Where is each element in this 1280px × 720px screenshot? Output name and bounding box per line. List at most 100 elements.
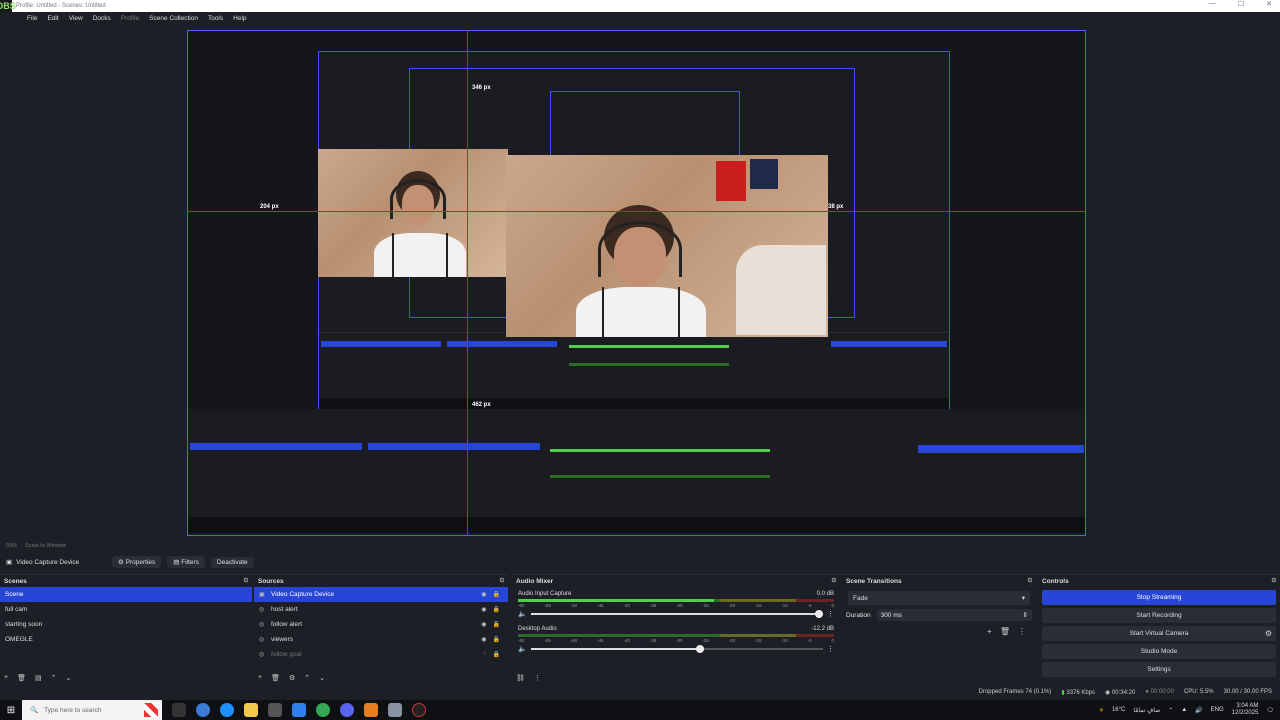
volume-slider[interactable] — [530, 610, 823, 618]
zoom-mode[interactable]: Scale to Window — [25, 543, 66, 549]
taskbar-search[interactable]: 🔍 Type here to search — [22, 700, 162, 720]
window-title: Profile: Untitled - Scenes: Untitled — [16, 3, 106, 9]
menu-scene-collection[interactable]: Scene Collection — [144, 15, 203, 22]
eye-icon[interactable]: ◉ — [481, 606, 486, 613]
kebab-menu-icon[interactable]: ⋮ — [534, 674, 541, 682]
undock-icon[interactable]: ⧉ — [832, 578, 836, 585]
properties-button[interactable]: ⚙ Properties — [112, 556, 162, 568]
preview-canvas[interactable]: 346 px 204 px 38 px 462 px — [0, 24, 1280, 538]
arrow-up-icon[interactable]: ⌃ — [51, 674, 57, 682]
windows-start-icon[interactable]: ⊞ — [0, 705, 22, 716]
obs-taskbar-icon[interactable] — [412, 703, 426, 717]
source-item[interactable]: ◎ follow goal ◌ 🔒 — [254, 647, 508, 662]
studio-mode-button[interactable]: Studio Mode — [1042, 644, 1276, 659]
file-explorer-icon[interactable] — [244, 703, 258, 717]
stop-streaming-button[interactable]: Stop Streaming — [1042, 590, 1276, 605]
lock-icon[interactable]: 🔒 — [493, 621, 500, 628]
eye-icon[interactable]: ◉ — [481, 636, 486, 643]
chevron-up-icon[interactable]: ⌃ — [1168, 707, 1173, 714]
spinner-icon[interactable]: ⇕ — [1023, 611, 1028, 619]
channel-db: 0.0 dB — [816, 591, 834, 597]
undock-icon[interactable]: ⧉ — [500, 578, 504, 585]
notification-icon[interactable]: 🗨 — [1266, 707, 1274, 714]
lock-icon[interactable]: 🔒 — [493, 606, 500, 613]
source-item[interactable]: ◎ viewers ◉ 🔒 — [254, 632, 508, 647]
menu-docks[interactable]: Docks — [88, 15, 116, 22]
source-item[interactable]: ◎ follow alert ◉ 🔒 — [254, 617, 508, 632]
channel-name: Desktop Audio — [518, 626, 557, 632]
start-virtual-camera-button[interactable]: Start Virtual Camera ⚙ — [1042, 626, 1276, 641]
undock-icon[interactable]: ⧉ — [1272, 578, 1276, 585]
speaker-icon[interactable]: 🔈 — [518, 610, 527, 618]
arrow-down-icon[interactable]: ⌄ — [319, 674, 325, 682]
settings-button[interactable]: Settings — [1042, 662, 1276, 677]
lock-icon[interactable]: 🔒 — [493, 651, 500, 658]
chrome-icon-2[interactable] — [316, 703, 330, 717]
start-recording-button[interactable]: Start Recording — [1042, 608, 1276, 623]
link-icon[interactable]: ⛓ — [516, 674, 525, 682]
menu-edit[interactable]: Edit — [42, 15, 63, 22]
scene-item[interactable]: starting soon — [0, 617, 252, 632]
eye-icon[interactable]: ◉ — [481, 591, 486, 598]
eye-off-icon[interactable]: ◌ — [483, 651, 487, 658]
volume-icon[interactable]: 🔊 — [1195, 707, 1202, 714]
audio-mixer-header: Audio Mixer ⧉ — [512, 575, 840, 587]
maximize-button[interactable]: ☐ — [1238, 0, 1244, 8]
scene-item[interactable]: full cam — [0, 602, 252, 617]
menu-file[interactable]: File — [22, 15, 42, 22]
scene-item[interactable]: OMEGLE — [0, 632, 252, 647]
kebab-menu-icon[interactable]: ⋮ — [827, 645, 834, 653]
mail-icon[interactable] — [292, 703, 306, 717]
duration-input[interactable]: 300 ms ⇕ — [876, 609, 1032, 621]
menu-view[interactable]: View — [64, 15, 88, 22]
gear-icon[interactable]: ⚙ — [1265, 629, 1272, 638]
source-item[interactable]: ▣ Video Capture Device ◉ 🔒 — [254, 587, 508, 602]
deactivate-button[interactable]: Deactivate — [210, 556, 254, 568]
edge-icon[interactable] — [220, 703, 234, 717]
transition-select[interactable]: Fade ▾ — [848, 591, 1030, 605]
scene-item[interactable]: Scene — [0, 587, 252, 602]
network-icon[interactable]: ▲ — [1181, 707, 1187, 713]
channel-db: -12.2 dB — [811, 626, 834, 632]
gear-icon[interactable]: ⚙ — [289, 674, 295, 682]
filters-button[interactable]: ▤ Filters — [167, 556, 205, 568]
menu-profile[interactable]: Profile — [116, 15, 144, 22]
menu-tools[interactable]: Tools — [203, 15, 228, 22]
add-icon[interactable]: + — [987, 627, 992, 636]
meter-tick-label: -55 — [544, 603, 551, 608]
selected-source-name: Video Capture Device — [16, 558, 80, 566]
arrow-up-icon[interactable]: ⌃ — [304, 674, 310, 682]
close-button[interactable]: ✕ — [1266, 0, 1272, 8]
undock-icon[interactable]: ⧉ — [244, 578, 248, 585]
trash-icon[interactable]: 🗑 — [271, 674, 280, 682]
add-icon[interactable]: + — [4, 674, 8, 682]
kebab-menu-icon[interactable]: ⋮ — [827, 610, 834, 618]
lock-icon[interactable]: 🔒 — [493, 591, 500, 598]
chrome-icon[interactable] — [196, 703, 210, 717]
trash-icon[interactable]: 🗑 — [17, 674, 26, 682]
volume-meter — [518, 599, 834, 602]
language-indicator[interactable]: ENG — [1211, 707, 1224, 713]
speaker-icon[interactable]: 🔈 — [518, 645, 527, 653]
app-icon[interactable] — [388, 703, 402, 717]
zoom-value[interactable]: 93% — [6, 543, 17, 549]
filter-icon[interactable]: ▤ — [35, 674, 42, 682]
task-view-icon[interactable] — [172, 703, 186, 717]
lock-icon[interactable]: 🔒 — [493, 636, 500, 643]
clock[interactable]: 3:04 AM 12/2/2025 — [1232, 703, 1259, 717]
volume-slider[interactable] — [530, 645, 823, 653]
guide-label-bottom: 462 px — [472, 402, 491, 408]
store-icon[interactable] — [268, 703, 282, 717]
add-icon[interactable]: + — [258, 674, 262, 682]
source-item[interactable]: ◎ host alert ◉ 🔒 — [254, 602, 508, 617]
minimize-button[interactable]: — — [1209, 0, 1216, 8]
mic-icon[interactable] — [364, 703, 378, 717]
menu-help[interactable]: Help — [228, 15, 251, 22]
discord-icon[interactable] — [340, 703, 354, 717]
source-name: follow alert — [271, 621, 303, 628]
arrow-down-icon[interactable]: ⌄ — [65, 674, 71, 682]
undock-icon[interactable]: ⧉ — [1028, 578, 1032, 585]
trash-icon[interactable]: 🗑 — [1000, 627, 1010, 636]
kebab-menu-icon[interactable]: ⋮ — [1018, 627, 1026, 636]
eye-icon[interactable]: ◉ — [481, 621, 486, 628]
